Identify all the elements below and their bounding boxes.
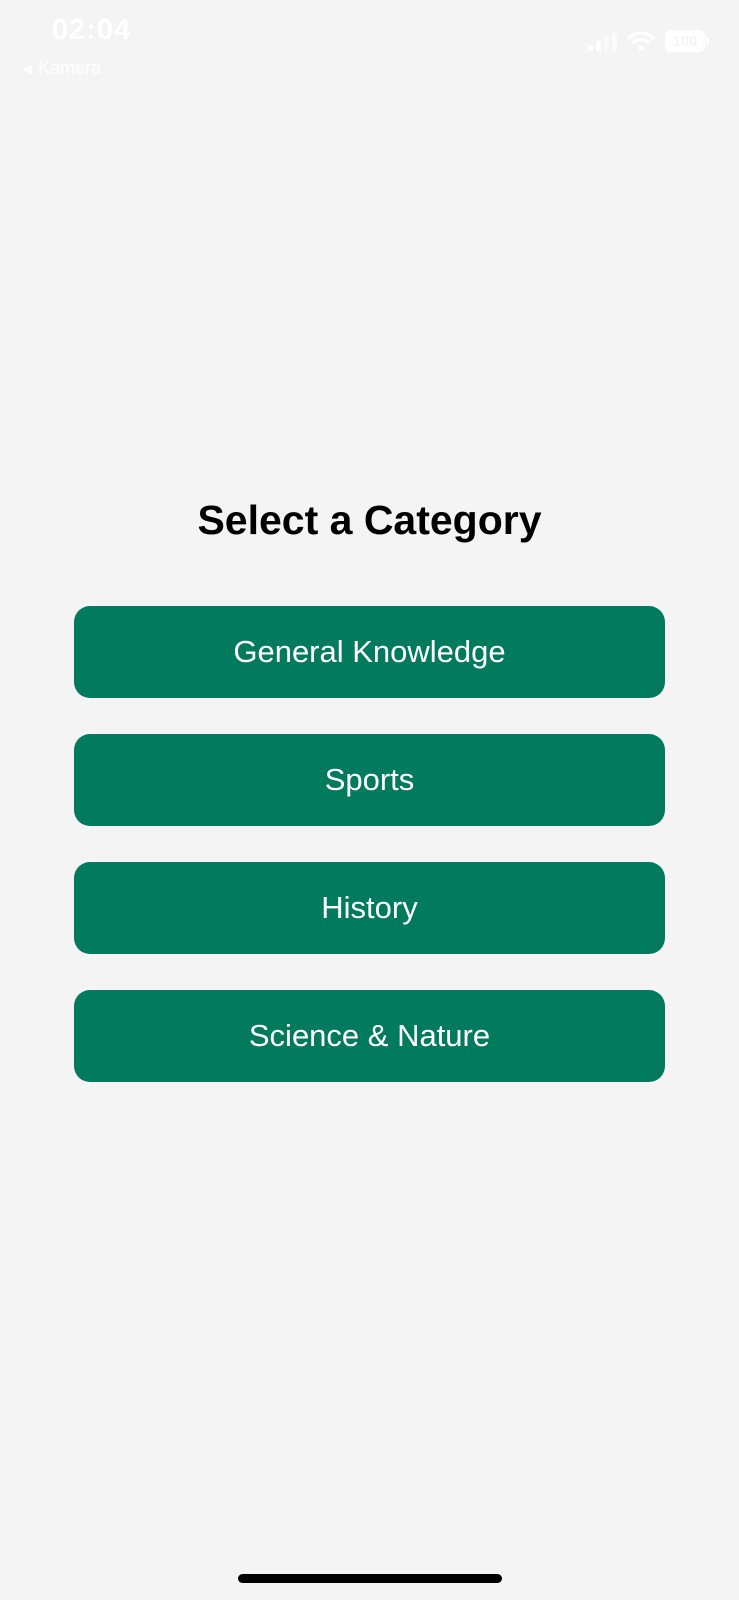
back-link-label: Kamera [38, 58, 102, 78]
status-indicators: 100 [588, 30, 709, 52]
signal-icon [588, 31, 617, 51]
category-list: General Knowledge Sports History Science… [74, 606, 665, 1082]
status-bar: 02:04 ◀ Kamera 100 [0, 0, 739, 90]
home-indicator[interactable] [238, 1574, 502, 1583]
category-button-general-knowledge[interactable]: General Knowledge [74, 606, 665, 698]
back-triangle-icon: ◀ [22, 61, 32, 76]
back-to-camera-link[interactable]: ◀ Kamera [22, 58, 101, 79]
category-button-history[interactable]: History [74, 862, 665, 954]
battery-level: 100 [672, 32, 698, 50]
status-time: 02:04 [52, 14, 132, 46]
page-title: Select a Category [197, 497, 542, 543]
category-button-sports[interactable]: Sports [74, 734, 665, 826]
category-button-science-nature[interactable]: Science & Nature [74, 990, 665, 1082]
battery-icon: 100 [665, 30, 709, 52]
wifi-icon [627, 30, 655, 52]
